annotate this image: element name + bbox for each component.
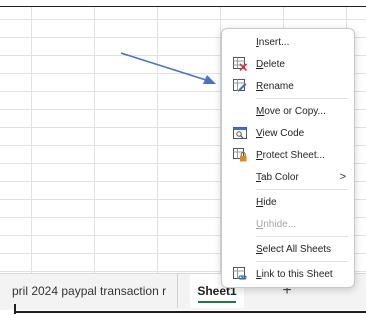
menu-item-protect-sheet[interactable]: Protect Sheet...: [222, 144, 354, 166]
menu-item-label: Insert...: [256, 36, 290, 48]
delete-sheet-icon: [232, 56, 248, 72]
menu-item-label: Protect Sheet...: [256, 149, 325, 161]
menu-item-label: Hide: [256, 196, 277, 208]
menu-item-insert[interactable]: Insert...: [222, 31, 354, 53]
link-sheet-icon: [232, 266, 248, 282]
menu-item-link-to-sheet[interactable]: Link to this Sheet: [222, 263, 354, 285]
menu-item-unhide[interactable]: Unhide...: [222, 213, 354, 235]
menu-item-label: Move or Copy...: [256, 105, 326, 117]
menu-item-delete[interactable]: Delete: [222, 53, 354, 75]
bottom-rule: [14, 311, 366, 313]
menu-item-hide[interactable]: Hide: [222, 191, 354, 213]
menu-item-label: Link to this Sheet: [256, 268, 333, 280]
chevron-right-icon: >: [339, 171, 346, 183]
menu-separator: [256, 189, 348, 190]
menu-item-move-or-copy[interactable]: Move or Copy...: [222, 100, 354, 122]
menu-separator: [256, 98, 348, 99]
menu-item-label: Delete: [256, 58, 285, 70]
menu-item-label: Tab Color: [256, 171, 299, 183]
sheet-tab[interactable]: pril 2024 paypal transaction r: [0, 274, 178, 308]
menu-item-view-code[interactable]: View Code: [222, 122, 354, 144]
menu-item-select-all-sheets[interactable]: Select All Sheets: [222, 238, 354, 260]
menu-item-label: Select All Sheets: [256, 243, 332, 255]
menu-separator: [256, 236, 348, 237]
sheet-context-menu: Insert... Delete Rename Move or Copy... …: [221, 28, 355, 288]
view-code-icon: [232, 125, 248, 141]
menu-separator: [256, 261, 348, 262]
menu-item-tab-color[interactable]: Tab Color >: [222, 166, 354, 188]
rename-icon: [232, 78, 248, 94]
menu-item-rename[interactable]: Rename: [222, 75, 354, 97]
menu-item-label: View Code: [256, 127, 305, 139]
menu-item-label: Rename: [256, 80, 294, 92]
menu-item-label: Unhide...: [256, 218, 297, 230]
protect-sheet-icon: [232, 147, 248, 163]
active-tab-underline: [198, 301, 236, 303]
